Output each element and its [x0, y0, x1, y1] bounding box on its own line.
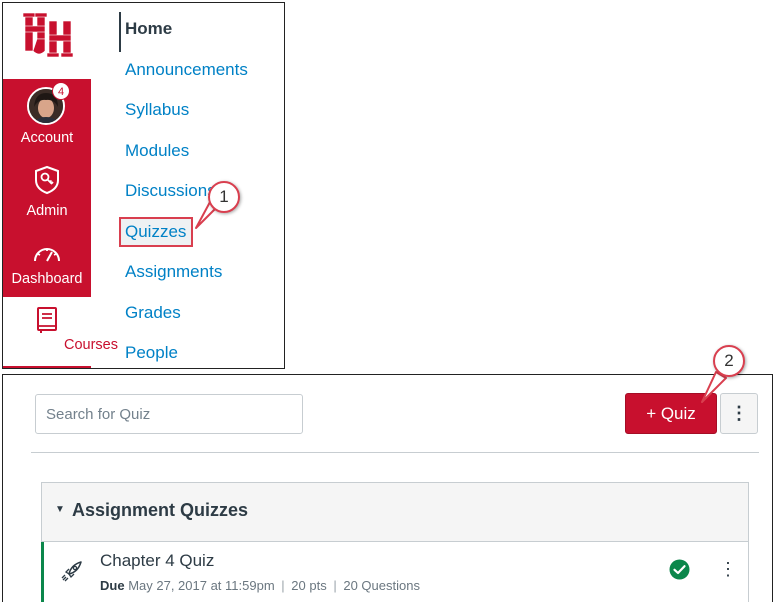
course-navigation-panel: 4 Account Admin Dashboard Courses Home A…	[2, 2, 285, 369]
nav-account[interactable]: 4 Account	[3, 79, 91, 151]
nav-admin[interactable]: Admin	[3, 165, 91, 225]
points: 20 pts	[291, 578, 327, 593]
due-label: Due	[100, 578, 125, 593]
courses-active-indicator	[3, 366, 91, 368]
nav-dashboard[interactable]: Dashboard	[3, 239, 91, 294]
quiz-row: Chapter 4 Quiz Due May 27, 2017 at 11:59…	[41, 542, 749, 602]
admin-shield-icon	[35, 165, 59, 195]
caret-down-icon: ▼	[55, 504, 65, 515]
nav-courses[interactable]: Courses	[3, 297, 118, 368]
callout-step-2: 2	[713, 345, 745, 377]
global-nav-red-block: 4 Account Admin Dashboard	[3, 79, 91, 297]
uh-logo[interactable]	[23, 9, 73, 59]
assignment-quizzes-header[interactable]: ▼ Assignment Quizzes	[41, 482, 749, 542]
nav-dashboard-label: Dashboard	[11, 271, 83, 287]
due-date: May 27, 2017 at 11:59pm	[128, 578, 275, 593]
question-count: 20 Questions	[343, 578, 420, 593]
nav-account-label: Account	[20, 130, 74, 146]
course-nav-people[interactable]: People	[125, 343, 178, 363]
course-nav-modules[interactable]: Modules	[125, 141, 189, 161]
separator: |	[333, 578, 337, 593]
quizzes-page: + Quiz ⋮ ▼ Assignment Quizzes Chapter 4 …	[2, 374, 773, 602]
divider	[31, 452, 759, 453]
search-quiz-input[interactable]	[35, 394, 303, 434]
course-nav-home[interactable]: Home	[125, 19, 172, 39]
dashboard-gauge-icon	[34, 248, 60, 262]
nav-admin-label: Admin	[26, 203, 68, 219]
nav-courses-label: Courses	[64, 337, 118, 353]
separator: |	[281, 578, 285, 593]
group-title: Assignment Quizzes	[72, 500, 249, 520]
course-nav-grades[interactable]: Grades	[125, 303, 181, 323]
quiz-title-link[interactable]: Chapter 4 Quiz	[100, 551, 214, 571]
course-nav-announcements[interactable]: Announcements	[125, 60, 248, 80]
callout-step-1: 1	[208, 181, 240, 213]
course-nav-syllabus[interactable]: Syllabus	[125, 100, 189, 120]
course-nav-assignments[interactable]: Assignments	[125, 262, 222, 282]
courses-book-icon	[37, 307, 57, 333]
quiz-meta: Due May 27, 2017 at 11:59pm | 20 pts | 2…	[100, 578, 420, 593]
active-indicator	[119, 12, 121, 52]
notification-badge: 4	[52, 82, 70, 100]
rocket-icon	[61, 561, 82, 582]
course-nav-quizzes[interactable]: Quizzes	[125, 222, 186, 242]
quiz-row-menu-icon[interactable]: ⋮	[719, 556, 737, 582]
global-navigation: 4 Account Admin Dashboard Courses	[3, 3, 118, 368]
published-check-icon[interactable]	[669, 559, 690, 580]
